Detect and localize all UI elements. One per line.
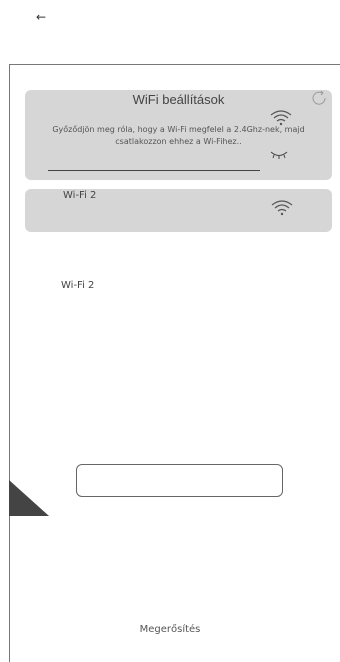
wifi-settings-description: Győződjön meg róla, hogy a Wi-Fi megfele… — [52, 125, 305, 146]
confirm-button[interactable]: Megerősítés — [0, 624, 340, 635]
wifi-settings-title: WiFi beállítások — [132, 92, 225, 107]
refresh-icon[interactable] — [310, 89, 328, 111]
corner-triangle — [9, 480, 49, 516]
wifi-network-name: Wi-Fi 2 — [63, 190, 97, 201]
wifi-settings-card: WiFi beállítások Győződjön meg róla, hog… — [25, 90, 332, 180]
back-arrow-icon[interactable]: ← — [36, 10, 46, 24]
wifi-network-item[interactable]: Wi-Fi 2 — [25, 189, 332, 232]
password-underline — [48, 170, 260, 171]
selected-network-label: Wi-Fi 2 — [61, 280, 95, 291]
password-input[interactable] — [76, 464, 283, 497]
eye-closed-icon[interactable] — [269, 146, 289, 165]
wifi-icon — [270, 198, 294, 220]
